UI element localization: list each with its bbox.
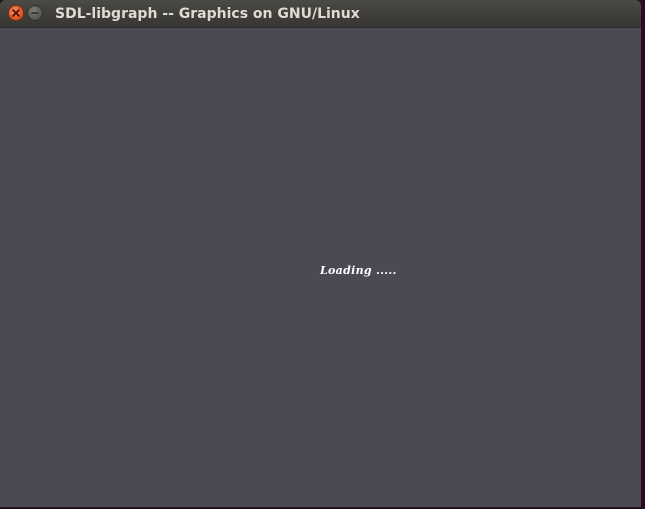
close-button[interactable] — [8, 5, 24, 21]
loading-message: Loading ..... — [320, 264, 397, 277]
desktop-background — [641, 0, 645, 509]
graphics-canvas[interactable]: Loading ..... — [0, 28, 641, 507]
window-title: SDL-libgraph -- Graphics on GNU/Linux — [55, 6, 360, 22]
app-window: SDL-libgraph -- Graphics on GNU/Linux Lo… — [0, 0, 641, 507]
title-bar[interactable]: SDL-libgraph -- Graphics on GNU/Linux — [0, 0, 641, 28]
minimize-button[interactable] — [27, 5, 43, 21]
close-icon — [12, 9, 20, 17]
minimize-icon — [31, 9, 39, 17]
